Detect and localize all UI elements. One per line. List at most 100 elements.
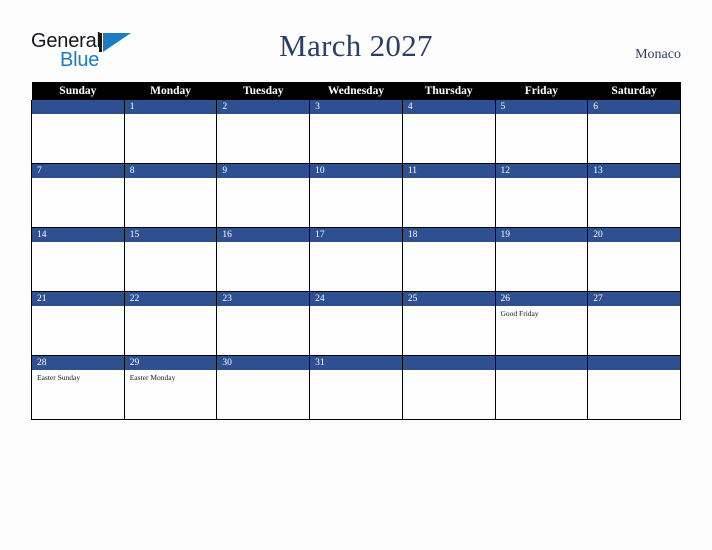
calendar-grid: Sunday Monday Tuesday Wednesday Thursday… — [31, 82, 681, 420]
day-events — [310, 242, 402, 245]
calendar-week-row: 14 15 16 17 18 19 20 — [31, 227, 681, 292]
day-events — [217, 178, 309, 181]
calendar-day-cell[interactable]: 8 — [124, 163, 218, 228]
calendar-day-cell[interactable]: 3 — [309, 100, 403, 164]
calendar-day-cell[interactable]: 6 — [587, 100, 681, 164]
day-events — [217, 114, 309, 117]
day-number: 27 — [588, 292, 680, 306]
calendar-day-cell[interactable]: 25 — [402, 291, 496, 356]
calendar-day-cell[interactable] — [495, 355, 589, 420]
calendar-day-cell[interactable]: 26 Good Friday — [495, 291, 589, 356]
region-label: Monaco — [635, 47, 681, 62]
day-number: 29 — [124, 356, 217, 370]
calendar-day-cell[interactable]: 24 — [309, 291, 403, 356]
calendar-day-cell[interactable]: 30 — [216, 355, 311, 420]
day-number: 8 — [124, 164, 217, 178]
calendar-day-cell[interactable]: 10 — [309, 163, 403, 228]
calendar-day-cell[interactable]: 4 — [402, 100, 496, 164]
calendar-day-cell[interactable]: 31 — [309, 355, 403, 420]
day-number: 19 — [495, 228, 588, 242]
holiday-label: Easter Monday — [129, 373, 176, 382]
day-events — [588, 178, 680, 181]
calendar-week-row: 21 22 23 24 25 26 Good Friday 27 — [31, 291, 681, 356]
calendar-day-cell[interactable]: 21 — [31, 291, 125, 356]
day-events — [32, 242, 124, 245]
day-events — [588, 242, 680, 245]
day-events — [125, 178, 217, 181]
day-number: 25 — [402, 292, 495, 306]
day-events — [32, 178, 124, 181]
calendar-day-cell[interactable]: 22 — [124, 291, 218, 356]
day-events — [217, 306, 309, 309]
day-events — [403, 242, 495, 245]
day-events: Good Friday — [496, 306, 588, 318]
calendar-day-cell[interactable]: 13 — [587, 163, 681, 228]
day-number — [588, 356, 680, 370]
calendar-page: General Blue March 2027 Monaco Sunday Mo… — [0, 0, 712, 550]
day-number: 30 — [217, 356, 310, 370]
calendar-day-cell[interactable]: 1 — [124, 100, 218, 164]
day-number: 14 — [32, 228, 124, 242]
day-number: 13 — [588, 164, 680, 178]
calendar-day-cell[interactable]: 15 — [124, 227, 218, 292]
day-events — [32, 306, 124, 309]
calendar-day-cell[interactable] — [31, 100, 125, 164]
day-events — [496, 370, 588, 373]
weekday-header-saturday: Saturday — [587, 82, 681, 100]
calendar-day-cell[interactable]: 23 — [216, 291, 311, 356]
day-number: 20 — [588, 228, 680, 242]
day-events — [217, 370, 309, 373]
day-number: 6 — [588, 100, 680, 114]
weekday-header-sunday: Sunday — [31, 82, 125, 100]
calendar-day-cell[interactable]: 7 — [31, 163, 125, 228]
day-number: 2 — [217, 100, 310, 114]
calendar-day-cell[interactable]: 28 Easter Sunday — [31, 355, 125, 420]
calendar-day-cell[interactable]: 11 — [402, 163, 496, 228]
day-number — [495, 356, 588, 370]
calendar-day-cell[interactable] — [402, 355, 496, 420]
calendar-day-cell[interactable] — [587, 355, 681, 420]
day-events — [125, 306, 217, 309]
day-events — [403, 178, 495, 181]
weekday-header-row: Sunday Monday Tuesday Wednesday Thursday… — [31, 82, 681, 100]
calendar-day-cell[interactable]: 18 — [402, 227, 496, 292]
calendar-day-cell[interactable]: 27 — [587, 291, 681, 356]
holiday-label: Easter Sunday — [37, 373, 81, 382]
day-events — [403, 114, 495, 117]
weekday-header-wednesday: Wednesday — [309, 82, 403, 100]
calendar-day-cell[interactable]: 12 — [495, 163, 589, 228]
calendar-day-cell[interactable]: 20 — [587, 227, 681, 292]
day-number: 28 — [32, 356, 124, 370]
day-number: 7 — [32, 164, 124, 178]
day-number: 26 — [495, 292, 588, 306]
day-events — [496, 114, 588, 117]
day-number: 9 — [217, 164, 310, 178]
calendar-day-cell[interactable]: 19 — [495, 227, 589, 292]
calendar-day-cell[interactable]: 9 — [216, 163, 311, 228]
day-events — [403, 370, 495, 373]
day-events — [125, 242, 217, 245]
page-header: General Blue March 2027 Monaco — [0, 0, 712, 82]
calendar-day-cell[interactable]: 16 — [216, 227, 311, 292]
day-number: 31 — [310, 356, 402, 370]
weekday-header-thursday: Thursday — [402, 82, 496, 100]
calendar-day-cell[interactable]: 29 Easter Monday — [124, 355, 218, 420]
day-number: 4 — [402, 100, 495, 114]
day-events — [310, 306, 402, 309]
calendar-day-cell[interactable]: 2 — [216, 100, 311, 164]
weekday-header-monday: Monday — [124, 82, 217, 100]
day-number: 12 — [495, 164, 588, 178]
calendar-day-cell[interactable]: 5 — [495, 100, 589, 164]
holiday-label: Good Friday — [500, 309, 539, 318]
day-number: 21 — [32, 292, 124, 306]
page-title: March 2027 — [279, 28, 433, 63]
day-number: 10 — [310, 164, 402, 178]
calendar-week-row: 7 8 9 10 11 12 13 — [31, 163, 681, 228]
day-number — [32, 100, 124, 114]
day-number: 23 — [217, 292, 310, 306]
calendar-day-cell[interactable]: 14 — [31, 227, 125, 292]
calendar-day-cell[interactable]: 17 — [309, 227, 403, 292]
day-events — [217, 242, 309, 245]
day-events: Easter Sunday — [32, 370, 124, 382]
day-events — [310, 178, 402, 181]
